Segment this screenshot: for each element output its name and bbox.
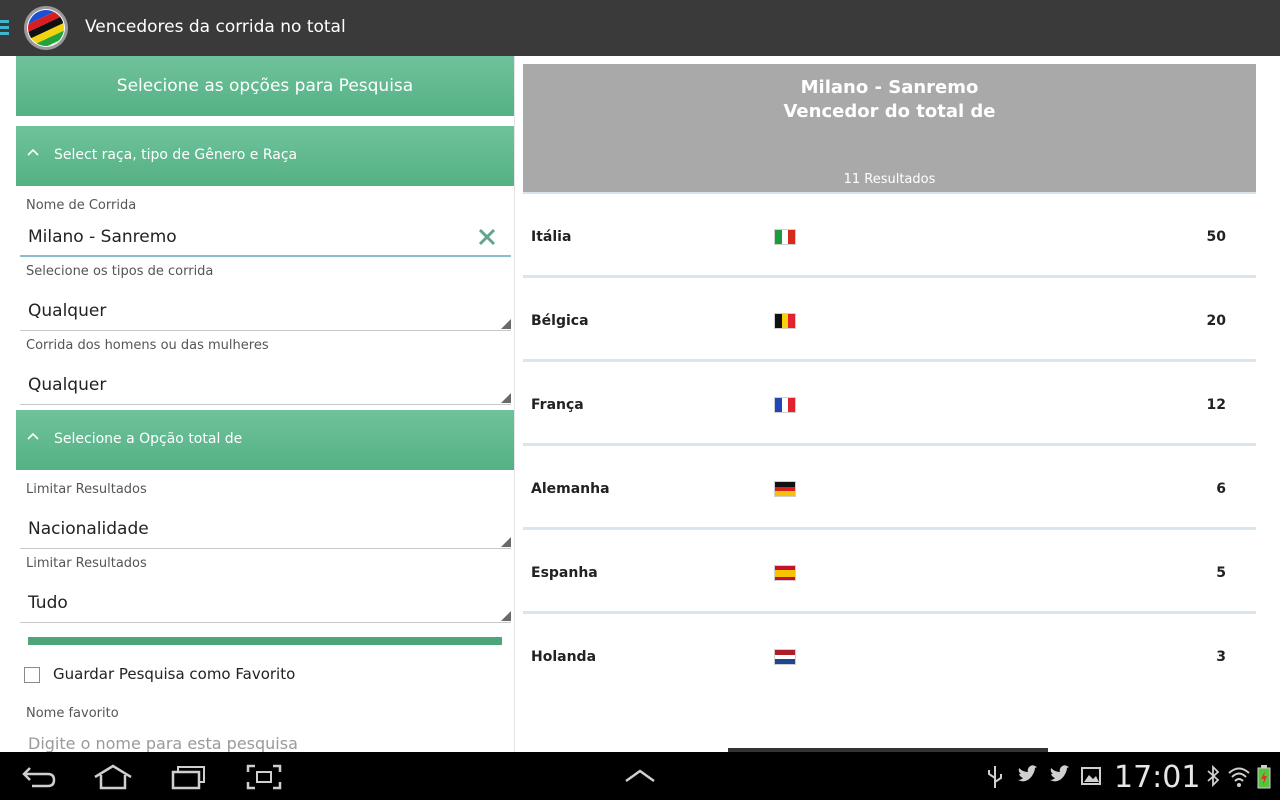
back-icon[interactable] [20, 764, 58, 790]
belgium-flag-icon [774, 313, 796, 329]
battery-charging-icon [1257, 765, 1271, 789]
result-row[interactable]: Holanda 3 [523, 616, 1256, 698]
app-title: Vencedores da corrida no total [85, 17, 346, 37]
netherlands-flag-icon [774, 649, 796, 665]
home-icon[interactable] [92, 764, 134, 790]
race-type-label: Selecione os tipos de corrida [26, 264, 214, 279]
chevron-up-icon[interactable] [624, 768, 656, 784]
limit-results-value-2: Tudo [28, 593, 68, 613]
result-row[interactable]: França 12 [523, 364, 1256, 446]
win-count: 50 [1206, 229, 1226, 245]
limit-results-value: Nacionalidade [28, 519, 149, 539]
app-logo-icon[interactable] [22, 4, 70, 52]
country-name: França [531, 397, 584, 413]
clock: 17:01 [1114, 760, 1201, 795]
race-type-dropdown[interactable]: Qualquer [20, 291, 511, 331]
clear-icon[interactable] [475, 225, 499, 249]
win-count: 12 [1206, 397, 1226, 413]
search-options-panel: Selecione as opções para Pesquisa Select… [16, 56, 514, 752]
limit-results-dropdown-2[interactable]: Tudo [20, 583, 511, 623]
drawer-menu-icon[interactable] [0, 20, 10, 36]
limit-results-label: Limitar Resultados [26, 482, 147, 497]
france-flag-icon [774, 397, 796, 413]
spain-flag-icon [774, 565, 796, 581]
save-favorite-checkbox[interactable] [24, 667, 40, 683]
gallery-icon [1081, 767, 1101, 785]
country-name: Espanha [531, 565, 598, 581]
results-panel: Milano - Sanremo Vencedor do total de 11… [515, 56, 1280, 752]
system-bar: 17:01 [0, 752, 1280, 800]
favorite-name-label: Nome favorito [26, 706, 119, 721]
country-name: Bélgica [531, 313, 589, 329]
result-row[interactable]: Espanha 5 [523, 532, 1256, 614]
result-row[interactable]: Itália 50 [523, 196, 1256, 278]
twitter-icon [1018, 765, 1037, 782]
country-name: Holanda [531, 649, 597, 665]
italy-flag-icon [774, 229, 796, 245]
section-total-options[interactable]: Selecione a Opção total de [16, 410, 514, 470]
race-type-value: Qualquer [28, 301, 107, 321]
gender-label: Corrida dos homens ou das mulheres [26, 338, 269, 353]
dropdown-arrow-icon [501, 537, 511, 547]
race-name-label: Nome de Corrida [26, 198, 137, 213]
favorite-name-input[interactable]: Digite o nome para esta pesquisa [28, 734, 298, 752]
section-total-label: Selecione a Opção total de [54, 431, 243, 447]
chevron-up-icon [26, 430, 40, 444]
results-count: 11 Resultados [843, 172, 936, 187]
bluetooth-icon [1207, 764, 1220, 788]
results-race-name: Milano - Sanremo [800, 77, 979, 98]
dropdown-arrow-icon [501, 611, 511, 621]
race-name-input[interactable]: Milano - Sanremo [20, 221, 511, 257]
chevron-up-icon [26, 146, 40, 160]
results-subtitle: Vencedor do total de [783, 101, 996, 122]
section-race-label: Select raça, tipo de Gênero e Raça [54, 147, 298, 163]
dropdown-arrow-icon [501, 319, 511, 329]
action-bar: Vencedores da corrida no total [0, 0, 1280, 56]
result-row[interactable]: Alemanha 6 [523, 448, 1256, 530]
results-header: Milano - Sanremo Vencedor do total de 11… [523, 64, 1256, 194]
win-count: 3 [1216, 649, 1226, 665]
win-count: 20 [1206, 313, 1226, 329]
search-header: Selecione as opções para Pesquisa [16, 56, 514, 116]
progress-fill [28, 637, 502, 645]
section-race-options[interactable]: Select raça, tipo de Gênero e Raça [16, 126, 514, 186]
gender-dropdown[interactable]: Qualquer [20, 365, 511, 405]
country-name: Alemanha [531, 481, 610, 497]
race-name-value: Milano - Sanremo [28, 227, 177, 247]
win-count: 6 [1216, 481, 1226, 497]
dropdown-arrow-icon [501, 393, 511, 403]
results-title: Milano - Sanremo Vencedor do total de [523, 76, 1256, 124]
twitter-icon [1050, 765, 1069, 782]
recent-apps-icon[interactable] [170, 764, 206, 790]
result-row[interactable]: Bélgica 20 [523, 280, 1256, 362]
wifi-icon [1228, 767, 1250, 787]
country-name: Itália [531, 229, 572, 245]
germany-flag-icon [774, 481, 796, 497]
save-favorite-label[interactable]: Guardar Pesquisa como Favorito [53, 665, 295, 683]
screenshot-icon[interactable] [246, 764, 282, 790]
limit-results-label-2: Limitar Resultados [26, 556, 147, 571]
win-count: 5 [1216, 565, 1226, 581]
progress-bar [28, 637, 502, 645]
usb-icon [988, 766, 1002, 788]
gender-value: Qualquer [28, 375, 107, 395]
limit-results-dropdown[interactable]: Nacionalidade [20, 509, 511, 549]
